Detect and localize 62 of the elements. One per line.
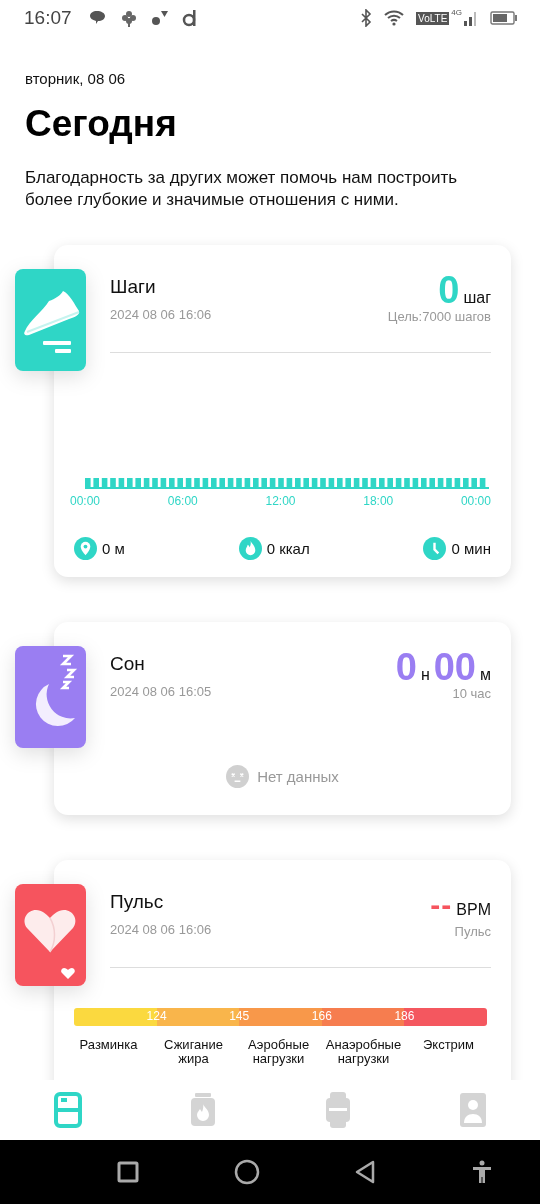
sleep-hours: 0 bbox=[395, 650, 417, 684]
timestamp: 2024 08 06 16:05 bbox=[110, 684, 212, 699]
stat-value: 0 мин bbox=[451, 540, 491, 557]
sleep-minutes: 00 bbox=[433, 650, 476, 684]
network-type-label: VoLTE bbox=[416, 11, 450, 25]
back-button[interactable] bbox=[354, 1160, 377, 1184]
step-goal: Цель:7000 шагов bbox=[387, 309, 491, 324]
zone-threshold: 124 bbox=[146, 1009, 167, 1023]
home-button[interactable] bbox=[233, 1159, 260, 1185]
flame-icon bbox=[238, 537, 262, 560]
timestamp: 2024 08 06 16:06 bbox=[110, 307, 212, 322]
gears-icon bbox=[149, 9, 170, 27]
stat-value: 0 м bbox=[102, 540, 125, 557]
no-data-message: Нет данных bbox=[257, 768, 339, 785]
timestamp: 2024 08 06 16:06 bbox=[110, 922, 212, 937]
app-logo-icon bbox=[181, 9, 198, 27]
minutes-unit: м bbox=[480, 666, 491, 684]
step-count: 0 bbox=[438, 273, 460, 307]
recent-apps-button[interactable] bbox=[117, 1161, 140, 1183]
wifi-icon bbox=[384, 10, 405, 26]
zone-label: Анаэробные нагрузки bbox=[324, 1038, 403, 1066]
time-axis-label: 00:00 bbox=[70, 494, 101, 508]
sleep-card[interactable]: Сон 2024 08 06 16:05 0 н 00 м 10 час Нет данных bbox=[54, 622, 511, 815]
page-title: Сегодня bbox=[25, 103, 178, 145]
heart-rate-value: -- bbox=[430, 888, 453, 922]
step-unit: шаг bbox=[463, 289, 491, 307]
date-label: вторник, 08 06 bbox=[24, 70, 127, 87]
location-pin-icon bbox=[74, 537, 97, 560]
sleep-goal: 10 час bbox=[452, 686, 491, 701]
card-title: Шаги bbox=[110, 276, 157, 298]
zone-label: Разминка bbox=[78, 1038, 139, 1054]
chat-bubble-icon bbox=[87, 10, 108, 26]
accessibility-button[interactable] bbox=[470, 1160, 493, 1184]
clock-icon bbox=[423, 537, 447, 560]
time-axis-label: 06:00 bbox=[167, 494, 198, 508]
zone-label: Аэробные нагрузки bbox=[246, 1038, 311, 1066]
moon-icon bbox=[15, 646, 86, 748]
stat-value: 0 ккал bbox=[266, 540, 310, 557]
network-generation-label: 4G bbox=[451, 8, 462, 17]
zone-threshold: 186 bbox=[394, 1009, 415, 1023]
bluetooth-icon bbox=[360, 9, 373, 27]
pulse-subtitle: Пульс bbox=[454, 924, 491, 939]
bpm-unit: BPM bbox=[456, 901, 491, 919]
flower-icon bbox=[119, 9, 138, 27]
battery-icon bbox=[490, 10, 518, 26]
quote-text: Благодарность за других может помочь нам построить более глубокие и значимые отношения с ними. bbox=[25, 167, 459, 211]
zone-threshold: 166 bbox=[311, 1009, 332, 1023]
pulse-card[interactable]: Пульс 2024 08 06 16:06 --BPM Пульс 124 145 166 186 Разминка Сжигание жира Аэробные нагрузки Анаэробные нагрузки Экстрим bbox=[54, 860, 511, 1080]
status-time: 16:07 bbox=[24, 7, 72, 29]
time-axis-label: 00:00 bbox=[460, 494, 491, 508]
time-axis-label: 18:00 bbox=[363, 494, 394, 508]
time-axis-label: 12:00 bbox=[265, 494, 296, 508]
steps-card[interactable]: Шаги 2024 08 06 16:06 0 шаг Цель:7000 шагов 00:00 06:00 12:00 18:00 00:00 0 м 0 ккал 0 мин bbox=[54, 245, 511, 577]
card-title: Сон bbox=[110, 653, 146, 675]
signal-icon bbox=[464, 10, 478, 26]
zone-threshold: 145 bbox=[229, 1009, 250, 1023]
hours-unit: н bbox=[420, 666, 430, 684]
sneaker-icon bbox=[15, 269, 86, 371]
card-title: Пульс bbox=[110, 891, 165, 913]
zone-label: Экстрим bbox=[421, 1038, 476, 1054]
sad-face-icon bbox=[226, 765, 250, 788]
zone-label: Сжигание жира bbox=[163, 1038, 224, 1066]
